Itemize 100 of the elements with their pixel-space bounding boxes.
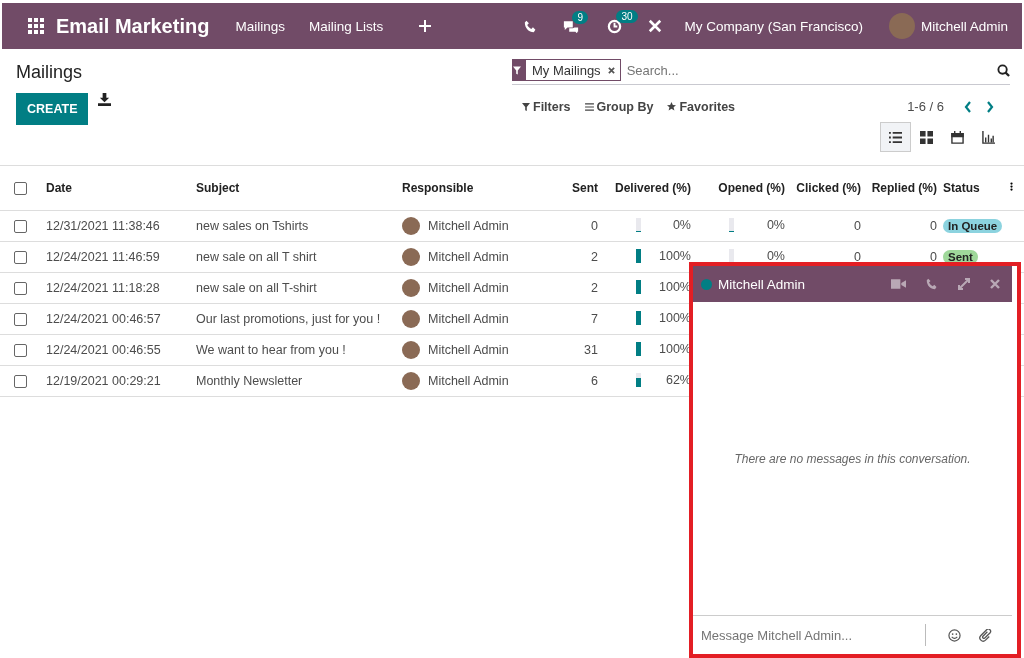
avatar-icon	[402, 279, 420, 297]
column-header[interactable]: Replied (%)	[864, 166, 940, 211]
previous-page-icon[interactable]	[964, 100, 972, 113]
subject-cell: We want to hear from you !	[193, 334, 399, 366]
chat-bubbles-icon[interactable]	[563, 19, 580, 33]
company-switcher[interactable]: My Company (San Francisco)	[684, 18, 863, 34]
view-switch-button[interactable]	[880, 122, 911, 152]
date-cell: 12/24/2021 11:18:28	[43, 272, 193, 304]
column-header[interactable]: Delivered (%)	[601, 166, 694, 211]
smiley-icon[interactable]	[948, 628, 961, 642]
row-checkbox[interactable]	[14, 220, 27, 234]
date-cell: 12/24/2021 11:46:59	[43, 241, 193, 273]
message-count-badge: 9	[572, 10, 588, 24]
empty-conversation-text: There are no messages in this conversation.	[734, 451, 971, 466]
replied-cell: 0	[930, 250, 937, 264]
star-icon	[667, 102, 677, 111]
row-checkbox[interactable]	[14, 344, 27, 358]
sent-cell: 2	[523, 241, 601, 273]
search-option-button[interactable]: Group By	[584, 99, 654, 114]
responsible-name: Mitchell Admin	[428, 250, 509, 264]
progress-bar	[729, 248, 734, 263]
progress-bar	[636, 341, 641, 356]
replied-cell: 0	[930, 219, 937, 233]
progress-bar	[729, 217, 734, 232]
date-cell: 12/19/2021 00:29:21	[43, 365, 193, 397]
clock-icon[interactable]	[607, 18, 623, 34]
search-option-button[interactable]: Filters	[522, 99, 571, 114]
bar-chart-icon	[982, 130, 995, 144]
subject-cell: new sale on all T shirt	[193, 241, 399, 273]
list-icon	[889, 130, 902, 144]
app-title: Email Marketing	[56, 14, 210, 38]
column-header[interactable]: Status	[940, 166, 1007, 211]
search-bar[interactable]: My Mailings Search...	[512, 59, 1010, 85]
menu-item[interactable]: Mailing Lists	[308, 18, 384, 34]
search-option-button[interactable]: Favorites	[667, 99, 736, 114]
clicked-cell: 0	[854, 219, 861, 233]
paperclip-icon[interactable]	[979, 628, 992, 642]
responsible-name: Mitchell Admin	[428, 219, 509, 233]
filter-icon	[513, 65, 521, 75]
progress-bar	[636, 372, 641, 387]
responsible-name: Mitchell Admin	[428, 281, 509, 295]
column-header[interactable]: Date	[43, 166, 193, 211]
avatar-icon	[402, 341, 420, 359]
date-cell: 12/24/2021 00:46:55	[43, 334, 193, 366]
row-checkbox[interactable]	[14, 375, 27, 389]
apps-menu-icon[interactable]	[28, 18, 44, 34]
remove-icon[interactable]	[607, 66, 615, 74]
menu-item[interactable]: Mailings	[235, 18, 285, 34]
phone-icon[interactable]	[926, 278, 938, 290]
search-icon[interactable]	[997, 63, 1010, 77]
activity-count-badge: 30	[616, 9, 638, 23]
column-header[interactable]: Opened (%)	[694, 166, 788, 211]
date-cell: 12/24/2021 00:46:57	[43, 303, 193, 335]
user-name[interactable]: Mitchell Admin	[920, 18, 1008, 34]
video-camera-icon[interactable]	[891, 279, 906, 289]
percent-text: 0%	[766, 217, 785, 232]
subject-cell: Monthly Newsletter	[193, 365, 399, 397]
column-header[interactable]: Responsible	[399, 166, 523, 211]
subject-cell: Our last promotions, just for you !	[193, 303, 399, 335]
percent-text: 0%	[672, 217, 691, 232]
column-header[interactable]: Subject	[193, 166, 399, 211]
grid-icon	[920, 130, 933, 144]
download-icon[interactable]	[98, 93, 112, 106]
select-all-checkbox[interactable]	[14, 182, 27, 196]
avatar-icon	[402, 372, 420, 390]
progress-bar	[636, 248, 641, 263]
next-page-icon[interactable]	[986, 100, 994, 113]
phone-icon[interactable]	[524, 19, 538, 33]
calendar-icon	[951, 130, 964, 144]
column-header[interactable]: Sent	[523, 166, 601, 211]
percent-text: 100%	[659, 248, 691, 263]
row-checkbox[interactable]	[14, 282, 27, 296]
sent-cell: 6	[523, 365, 601, 397]
subject-cell: new sale on all T-shirt	[193, 272, 399, 304]
row-checkbox[interactable]	[14, 251, 27, 265]
avatar-icon	[402, 217, 420, 235]
sent-cell: 31	[523, 334, 601, 366]
percent-text: 0%	[766, 248, 785, 263]
filter-icon	[522, 102, 530, 111]
expand-icon[interactable]	[958, 278, 970, 290]
sent-cell: 2	[523, 272, 601, 304]
subject-cell: new sales on Tshirts	[193, 210, 399, 242]
page-title: Mailings	[16, 62, 84, 83]
sent-cell: 7	[523, 303, 601, 335]
progress-bar	[636, 279, 641, 294]
close-icon[interactable]	[990, 279, 1000, 289]
column-header[interactable]: Clicked (%)	[788, 166, 864, 211]
chat-title[interactable]: Mitchell Admin	[718, 276, 806, 292]
responsible-name: Mitchell Admin	[428, 312, 509, 326]
filter-facet[interactable]: My Mailings	[512, 59, 621, 81]
responsible-name: Mitchell Admin	[428, 374, 509, 388]
row-checkbox[interactable]	[14, 313, 27, 327]
plus-icon[interactable]	[419, 20, 432, 32]
progress-bar	[636, 217, 641, 232]
lines-icon	[584, 102, 594, 111]
avatar-icon	[402, 310, 420, 328]
more-options-icon[interactable]	[1010, 181, 1013, 192]
create-button[interactable]: CREATE	[16, 93, 89, 125]
status-badge: In Queue	[943, 219, 1003, 233]
clicked-cell: 0	[854, 250, 861, 264]
